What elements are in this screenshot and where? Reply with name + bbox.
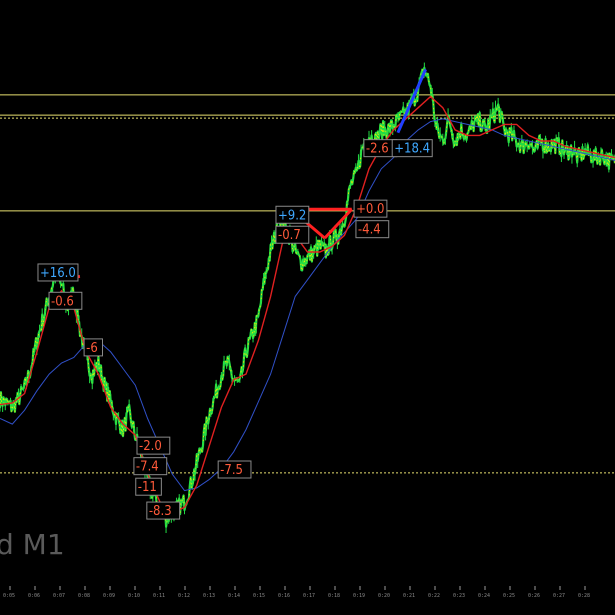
trade-tag-0: +16.0 bbox=[40, 266, 76, 281]
x-tick-label-23: 0:28 bbox=[578, 593, 590, 599]
trade-tags: +16.0 -0.6 -6 -2.0 -7.4 -11 -8.3 -7.5 +9.2 -0.7 +0… bbox=[37, 139, 433, 520]
price-line-highlight bbox=[0, 67, 615, 528]
x-tick-label-18: 0:23 bbox=[453, 593, 465, 599]
x-tick-label-21: 0:26 bbox=[528, 593, 540, 599]
price-line bbox=[0, 66, 615, 528]
x-tick-label-15: 0:20 bbox=[378, 593, 390, 599]
trade-tag-11: -4.4 bbox=[358, 223, 381, 238]
trade-tag-10: +0.0 bbox=[356, 202, 384, 217]
x-tick-label-14: 0:19 bbox=[353, 593, 365, 599]
chart-canvas[interactable]: 0:05 0:06 0:07 0:08 0:09 0:10 0:11 0:12 0:13 0:14… bbox=[0, 0, 615, 615]
trade-tag-9: -0.7 bbox=[278, 228, 301, 243]
x-tick-label-4: 0:09 bbox=[103, 593, 115, 599]
trading-chart[interactable]: 0:05 0:06 0:07 0:08 0:09 0:10 0:11 0:12 0:13 0:14… bbox=[0, 0, 615, 615]
x-tick-label-13: 0:18 bbox=[328, 593, 340, 599]
x-tick-label-11: 0:16 bbox=[278, 593, 290, 599]
trade-tag-4: -7.4 bbox=[136, 460, 159, 475]
x-tick-label-6: 0:11 bbox=[153, 593, 165, 599]
x-tick-label-1: 0:06 bbox=[28, 593, 40, 599]
trade-lines bbox=[55, 68, 427, 282]
trade-tag-2: -6 bbox=[86, 341, 98, 356]
x-tick-label-0: 0:05 bbox=[3, 593, 15, 599]
x-tick-label-3: 0:08 bbox=[78, 593, 90, 599]
moving-averages bbox=[0, 95, 615, 514]
x-tick-label-17: 0:22 bbox=[428, 593, 440, 599]
trade-tag-5: -11 bbox=[138, 480, 157, 495]
price-series bbox=[0, 62, 615, 534]
slow-moving-average bbox=[0, 118, 615, 492]
x-tick-label-9: 0:14 bbox=[228, 593, 240, 599]
symbol-watermark: d M1 bbox=[0, 528, 65, 561]
x-tick-label-2: 0:07 bbox=[53, 593, 65, 599]
x-tick-label-22: 0:27 bbox=[553, 593, 565, 599]
x-tick-label-20: 0:25 bbox=[503, 593, 515, 599]
trade-tag-12: -2.6 bbox=[366, 142, 389, 157]
x-tick-label-19: 0:24 bbox=[478, 593, 490, 599]
x-tick-label-8: 0:13 bbox=[203, 593, 215, 599]
trade-tag-6: -8.3 bbox=[149, 504, 172, 519]
trade-tag-8: +9.2 bbox=[278, 208, 306, 223]
x-axis-ticks: 0:05 0:06 0:07 0:08 0:09 0:10 0:11 0:12 0:13 0:14… bbox=[3, 586, 590, 599]
x-tick-label-12: 0:17 bbox=[303, 593, 315, 599]
trade-tag-7: -7.5 bbox=[220, 463, 243, 478]
x-tick-label-7: 0:12 bbox=[178, 593, 190, 599]
x-tick-label-5: 0:10 bbox=[128, 593, 140, 599]
trade-tag-1: -0.6 bbox=[51, 294, 74, 309]
trade-segment-4 bbox=[396, 68, 427, 134]
trade-tag-3: -2.0 bbox=[139, 439, 162, 454]
x-tick-label-10: 0:15 bbox=[253, 593, 265, 599]
fast-moving-average bbox=[0, 95, 615, 514]
x-tick-label-16: 0:21 bbox=[403, 593, 415, 599]
trade-tag-13: +18.4 bbox=[394, 142, 430, 157]
